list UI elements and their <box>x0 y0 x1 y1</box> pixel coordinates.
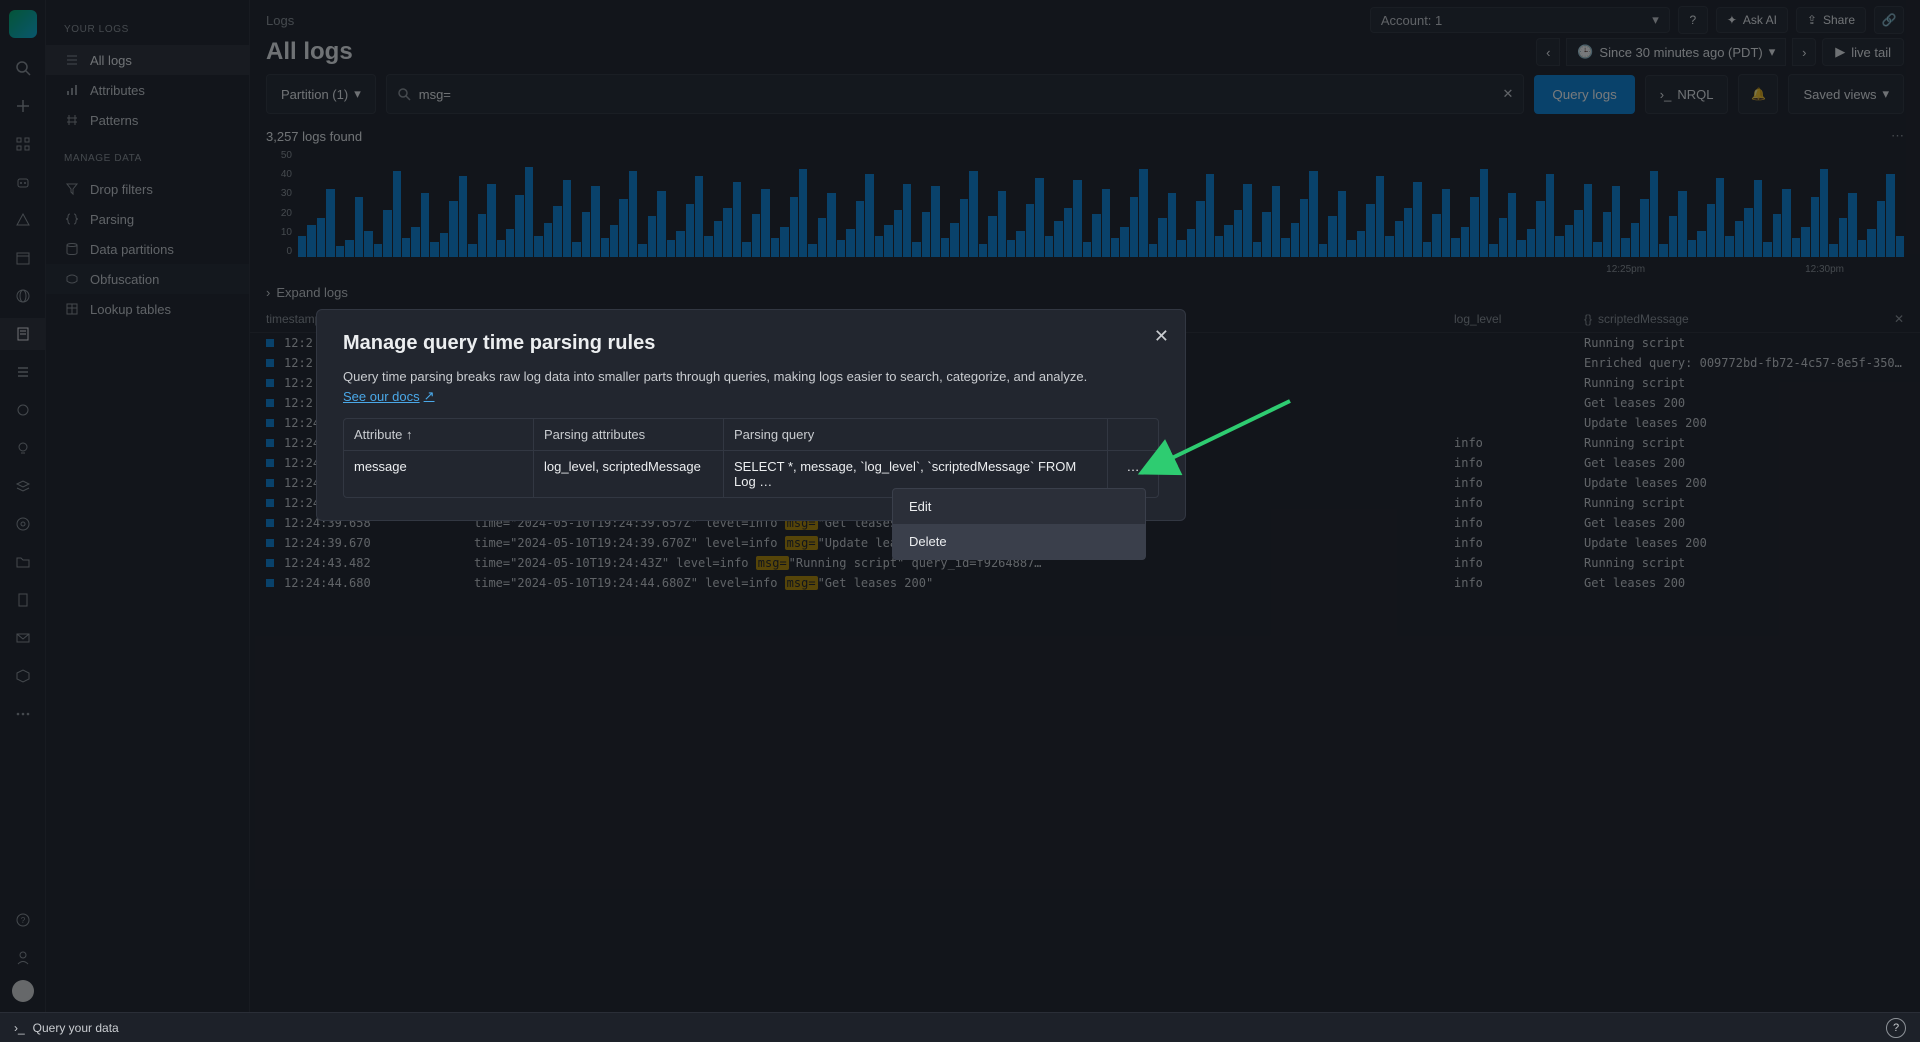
rule-attribute: message <box>344 451 534 497</box>
footer-help-button[interactable]: ? <box>1886 1018 1906 1038</box>
docs-link[interactable]: See our docs ↗ <box>343 388 435 404</box>
footer: ›_ Query your data ? <box>0 1012 1920 1042</box>
docs-link-label: See our docs <box>343 389 420 404</box>
modal-close-button[interactable]: ✕ <box>1154 326 1169 347</box>
modal-description: Query time parsing breaks raw log data i… <box>343 369 1159 384</box>
external-link-icon: ↗ <box>424 388 435 404</box>
rules-header: Attribute ↑ Parsing attributes Parsing q… <box>344 419 1158 451</box>
modal-title: Manage query time parsing rules <box>343 332 1159 355</box>
col-header-actions <box>1108 419 1158 450</box>
rules-table: Attribute ↑ Parsing attributes Parsing q… <box>343 418 1159 498</box>
col-header-attribute[interactable]: Attribute ↑ <box>344 419 534 450</box>
terminal-icon: ›_ <box>14 1021 25 1035</box>
context-menu: Edit Delete <box>892 488 1146 560</box>
ctx-delete[interactable]: Delete <box>893 524 1145 559</box>
ctx-edit[interactable]: Edit <box>893 489 1145 524</box>
rule-parsing-attrs: log_level, scriptedMessage <box>534 451 724 497</box>
footer-query-label[interactable]: Query your data <box>33 1021 119 1035</box>
col-header-parsing-attrs[interactable]: Parsing attributes <box>534 419 724 450</box>
col-header-parsing-query[interactable]: Parsing query <box>724 419 1108 450</box>
